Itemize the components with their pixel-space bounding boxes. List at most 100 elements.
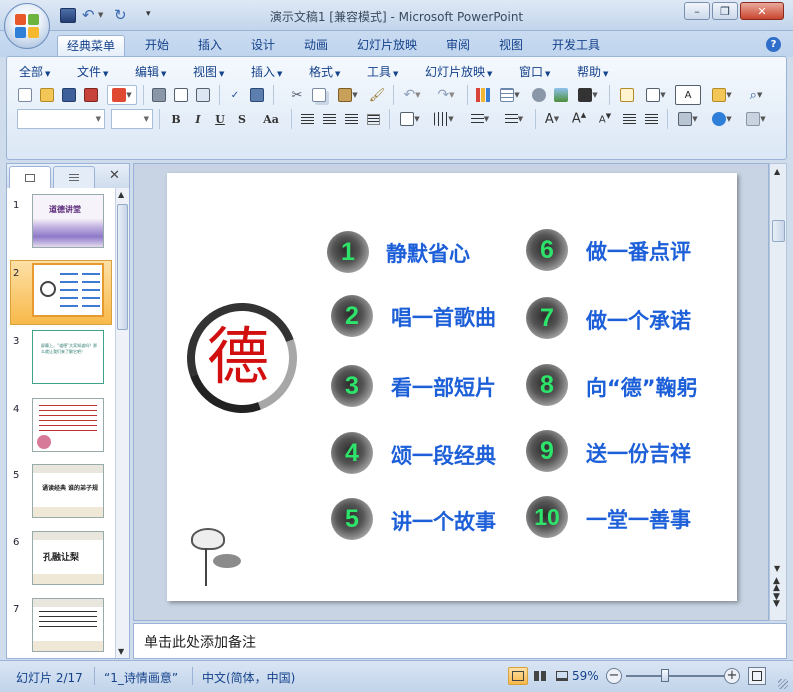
- arrange-button[interactable]: ▼: [673, 109, 703, 129]
- shadow-button[interactable]: S: [233, 110, 251, 128]
- slide-scrollbar[interactable]: ▲ ▼ ▲ ▲ ▼ ▼: [769, 163, 787, 621]
- table-button[interactable]: ▼: [495, 85, 525, 105]
- zoom-out-icon[interactable]: −: [606, 668, 622, 684]
- zoom-level[interactable]: 59%: [572, 669, 599, 683]
- slide-thumbnail-5[interactable]: 诵读经典 谁的弟子规: [32, 464, 104, 518]
- layout-button[interactable]: ▼: [641, 85, 671, 105]
- increase-indent-button[interactable]: [641, 109, 661, 129]
- shapes-button[interactable]: ▼: [707, 109, 737, 129]
- tab-review[interactable]: 审阅: [437, 35, 479, 57]
- menu-help[interactable]: 帮助 ▼: [577, 63, 608, 80]
- menu-insert[interactable]: 插入 ▼: [251, 63, 282, 80]
- undo-toolbar-button[interactable]: ↶ ▼: [397, 85, 427, 105]
- slides-pane-scrollbar[interactable]: ▲ ▼: [115, 188, 129, 658]
- slide-thumbnail-3[interactable]: 屏幕上，“道德”大家知道吗？那么就让我们来了解它吧！: [32, 330, 104, 384]
- tab-classic-menu[interactable]: 经典菜单: [57, 35, 126, 57]
- slideshow-view-button[interactable]: [552, 667, 572, 685]
- picture-button[interactable]: [551, 85, 571, 105]
- menu-edit[interactable]: 编辑 ▼: [135, 63, 166, 80]
- quick-styles-button[interactable]: ▼: [741, 109, 771, 129]
- print-button[interactable]: [149, 85, 169, 105]
- copy-button[interactable]: [309, 85, 329, 105]
- resize-grip-icon[interactable]: [778, 679, 788, 689]
- format-painter-button[interactable]: 🖌: [367, 85, 387, 105]
- scroll-up-icon[interactable]: ▲: [774, 167, 780, 176]
- tab-insert[interactable]: 插入: [189, 35, 231, 57]
- minimize-button[interactable]: –: [684, 2, 710, 20]
- tab-view[interactable]: 视图: [490, 35, 532, 57]
- shape-fill-button[interactable]: ▼: [573, 85, 603, 105]
- new-slide-button[interactable]: [617, 85, 637, 105]
- scroll-down-icon[interactable]: ▼: [774, 564, 780, 573]
- tab-developer[interactable]: 开发工具: [543, 35, 609, 57]
- menu-tools[interactable]: 工具 ▼: [367, 63, 398, 80]
- scroll-up-icon[interactable]: ▲: [118, 190, 124, 199]
- align-left-button[interactable]: [297, 109, 317, 129]
- print-preview-button[interactable]: [171, 85, 191, 105]
- pdf-button[interactable]: ▼: [107, 85, 137, 105]
- grow-font-button[interactable]: A▲: [569, 109, 589, 129]
- new-button[interactable]: [15, 85, 35, 105]
- menu-all[interactable]: 全部 ▼: [19, 63, 50, 80]
- justify-button[interactable]: [363, 109, 383, 129]
- slide-thumbnail-4[interactable]: [32, 398, 104, 452]
- menu-view[interactable]: 视图 ▼: [193, 63, 224, 80]
- tab-design[interactable]: 设计: [242, 35, 284, 57]
- underline-button[interactable]: U: [211, 110, 229, 128]
- slide-thumbnail-1[interactable]: 道德讲堂: [32, 194, 104, 248]
- save-toolbar-button[interactable]: [59, 85, 79, 105]
- tab-animations[interactable]: 动画: [295, 35, 337, 57]
- tab-slideshow[interactable]: 幻灯片放映: [348, 35, 426, 57]
- zoom-slider-thumb[interactable]: [660, 669, 669, 682]
- previous-slide-icon[interactable]: ▲ ▲: [773, 577, 780, 593]
- notes-pane[interactable]: 单击此处添加备注: [133, 623, 787, 659]
- fit-to-window-button[interactable]: [748, 667, 766, 685]
- close-button[interactable]: ✕: [740, 2, 784, 20]
- clipart-button[interactable]: [529, 85, 549, 105]
- research-button[interactable]: [247, 85, 267, 105]
- align-right-button[interactable]: [341, 109, 361, 129]
- help-icon[interactable]: ?: [766, 37, 781, 52]
- menu-format[interactable]: 格式 ▼: [309, 63, 340, 80]
- menu-slideshow[interactable]: 幻灯片放映 ▼: [425, 63, 492, 80]
- normal-view-button[interactable]: [508, 667, 528, 685]
- permission-button[interactable]: [81, 85, 101, 105]
- chart-button[interactable]: [473, 85, 493, 105]
- find-button[interactable]: ⌕ ▼: [741, 85, 771, 105]
- office-button[interactable]: [4, 3, 50, 49]
- menu-window[interactable]: 窗口 ▼: [519, 63, 550, 80]
- open-button[interactable]: [37, 85, 57, 105]
- folder-menu-button[interactable]: ▼: [707, 85, 737, 105]
- zoom-in-icon[interactable]: +: [724, 668, 740, 684]
- font-color-button[interactable]: A ▼: [539, 109, 565, 129]
- cut-button[interactable]: ✂: [287, 85, 307, 105]
- slide-thumbnail-6[interactable]: 孔融让梨: [32, 531, 104, 585]
- decrease-indent-button[interactable]: [619, 109, 639, 129]
- italic-button[interactable]: I: [189, 110, 207, 128]
- restore-button[interactable]: ❐: [712, 2, 738, 20]
- slide-thumbnail-2[interactable]: [32, 263, 104, 317]
- page-setup-button[interactable]: [193, 85, 213, 105]
- spelling-button[interactable]: ✓: [225, 85, 245, 105]
- columns-button[interactable]: ▼: [395, 109, 425, 129]
- current-slide[interactable]: 德 1 静默省心 2 唱一首歌曲 3 看一部短片 4 颂一段经典 5 讲一个故事…: [167, 173, 737, 601]
- tab-slides[interactable]: [9, 166, 51, 188]
- slide-sorter-button[interactable]: [530, 667, 550, 685]
- textbox-button[interactable]: A: [675, 85, 701, 105]
- scrollbar-thumb[interactable]: [772, 220, 785, 242]
- text-direction-button[interactable]: ▼: [429, 109, 459, 129]
- next-slide-icon[interactable]: ▼ ▼: [773, 593, 780, 609]
- scroll-down-icon[interactable]: ▼: [118, 647, 124, 656]
- menu-file[interactable]: 文件 ▼: [77, 63, 108, 80]
- bold-button[interactable]: B: [167, 110, 185, 128]
- paste-button[interactable]: ▼: [333, 85, 363, 105]
- font-name-combo[interactable]: ▼: [17, 109, 105, 129]
- align-center-button[interactable]: [319, 109, 339, 129]
- shrink-font-button[interactable]: A▼: [595, 109, 615, 129]
- bullets-button[interactable]: ▼: [499, 109, 529, 129]
- scrollbar-thumb[interactable]: [117, 204, 128, 330]
- change-case-button[interactable]: Aa: [259, 110, 283, 128]
- tab-home[interactable]: 开始: [136, 35, 178, 57]
- numbering-button[interactable]: ▼: [465, 109, 495, 129]
- close-pane-icon[interactable]: ✕: [109, 168, 120, 183]
